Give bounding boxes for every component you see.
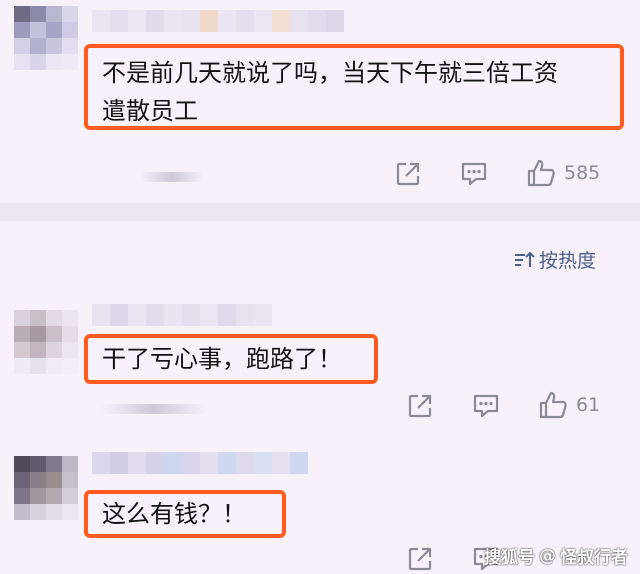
reply-button[interactable] xyxy=(472,392,500,420)
at-sign-icon: @ xyxy=(539,545,556,566)
watermark-platform: 搜狐号 xyxy=(484,548,535,568)
like-count: 585 xyxy=(564,162,601,184)
comment-icon xyxy=(461,162,487,186)
thumbs-up-icon xyxy=(527,159,555,187)
share-button[interactable] xyxy=(407,546,433,572)
share-icon xyxy=(396,162,420,186)
share-button[interactable] xyxy=(407,393,433,419)
comment-text-box: 干了亏心事，跑路了！ xyxy=(84,334,378,384)
comment-text: 干了亏心事，跑路了！ xyxy=(102,345,342,373)
like-count: 61 xyxy=(576,394,601,416)
sort-button[interactable]: 按热度 xyxy=(513,246,596,273)
comment-text: 不是前几天就说了吗，当天下午就三倍工资 遣散员工 xyxy=(102,59,558,125)
watermark-author: 怪叔行者 xyxy=(560,548,628,568)
share-button[interactable] xyxy=(395,161,421,187)
avatar[interactable] xyxy=(14,310,78,374)
section-divider xyxy=(0,203,640,221)
sort-icon xyxy=(514,251,535,267)
reply-button[interactable] xyxy=(460,160,488,188)
share-icon xyxy=(408,394,432,418)
share-icon xyxy=(408,547,432,571)
username[interactable] xyxy=(92,304,272,326)
avatar[interactable] xyxy=(14,6,78,70)
thumbs-up-icon xyxy=(539,391,567,419)
timestamp xyxy=(140,172,204,182)
avatar[interactable] xyxy=(14,456,78,520)
watermark: 搜狐号 @ 怪叔行者 xyxy=(484,543,628,569)
timestamp xyxy=(100,404,208,414)
comment-text-box: 这么有钱？！ xyxy=(84,490,286,538)
comment-feed: 不是前几天就说了吗，当天下午就三倍工资 遣散员工 585 按热度 干了亏心事，跑… xyxy=(0,0,640,574)
username[interactable] xyxy=(92,10,344,32)
sort-label: 按热度 xyxy=(538,250,596,272)
comment-text: 这么有钱？！ xyxy=(102,500,246,528)
like-button[interactable]: 61 xyxy=(538,390,600,420)
comment-icon xyxy=(473,394,499,418)
like-button[interactable]: 585 xyxy=(526,158,600,188)
comment-text-box: 不是前几天就说了吗，当天下午就三倍工资 遣散员工 xyxy=(84,44,624,130)
username[interactable] xyxy=(92,452,308,474)
